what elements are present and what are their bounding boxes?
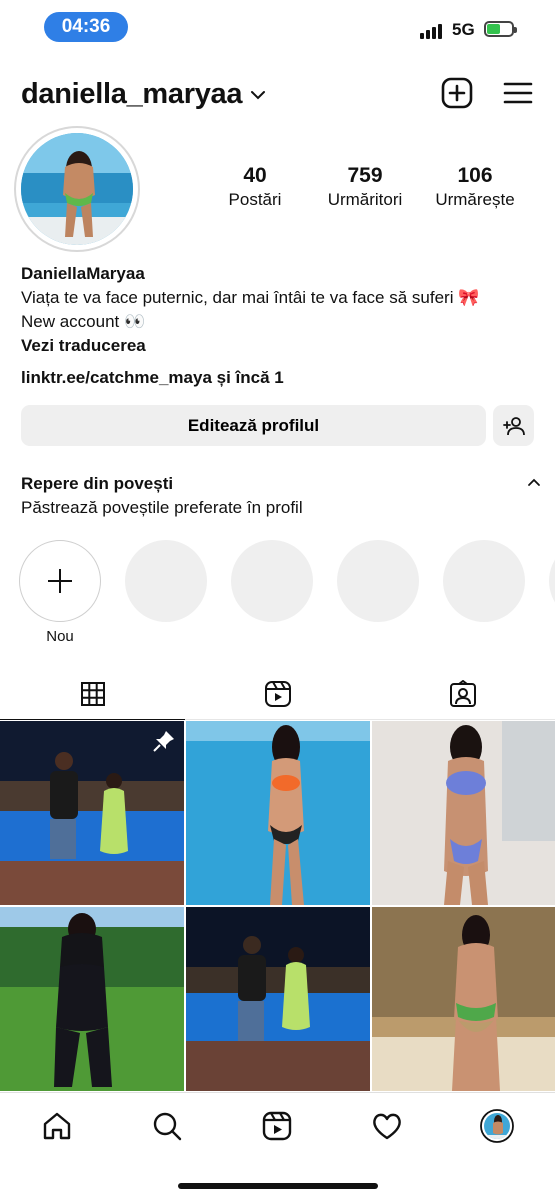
bio-link[interactable]: linktr.ee/catchme_maya și încă 1 <box>21 366 541 390</box>
add-person-icon <box>502 416 525 435</box>
profile-avatar[interactable] <box>14 126 140 252</box>
chevron-down-icon <box>251 90 266 99</box>
stat-following[interactable]: 106 Urmărește <box>425 164 525 210</box>
menu-icon[interactable] <box>501 76 535 110</box>
highlights-title: Repere din povești <box>21 474 174 493</box>
stat-value: 759 <box>347 164 383 187</box>
avatar-image <box>21 133 133 245</box>
post-thumbnail[interactable] <box>372 721 555 905</box>
story-highlights-header[interactable]: Repere din povești Păstrează poveștile p… <box>21 472 541 520</box>
tab-reels[interactable] <box>185 668 370 720</box>
profile-tabs <box>0 668 555 720</box>
edit-profile-button[interactable]: Editează profilul <box>21 405 486 446</box>
post-thumbnail[interactable] <box>0 721 184 905</box>
bio-line: Viața te va face puternic, dar mai întâi… <box>21 288 480 307</box>
create-post-icon[interactable] <box>440 76 474 110</box>
stat-value: 106 <box>457 164 493 187</box>
stat-label: Urmărește <box>435 190 515 209</box>
highlight-new[interactable]: Nou <box>19 540 101 650</box>
home-icon <box>43 1112 71 1140</box>
status-bar: 04:36 5G <box>0 0 555 56</box>
username: daniella_maryaa <box>21 78 243 110</box>
pin-icon <box>153 731 174 752</box>
post-thumbnail[interactable] <box>186 907 370 1091</box>
stat-posts[interactable]: 40 Postări <box>205 164 305 210</box>
reels-icon <box>264 680 291 707</box>
tagged-icon <box>449 679 476 707</box>
reels-icon <box>262 1111 292 1141</box>
nav-activity[interactable] <box>370 1109 404 1143</box>
heart-icon <box>373 1113 401 1140</box>
nav-home[interactable] <box>40 1109 74 1143</box>
stat-followers[interactable]: 759 Urmăritori <box>315 164 415 210</box>
grid-icon <box>80 681 105 706</box>
new-highlight-button[interactable] <box>19 540 101 622</box>
highlights-subtitle: Păstrează poveștile preferate în profil <box>21 498 303 517</box>
highlights-row: Nou <box>19 540 555 650</box>
nav-profile[interactable] <box>480 1109 514 1143</box>
stat-label: Urmăritori <box>327 190 403 209</box>
stat-value: 40 <box>243 164 267 187</box>
network-label: 5G <box>452 20 475 39</box>
highlight-placeholder <box>125 540 207 622</box>
account-switcher[interactable]: daniella_maryaa <box>21 78 266 111</box>
post-thumbnail[interactable] <box>372 907 555 1091</box>
bio-line: New account 👀 <box>21 312 146 331</box>
search-icon <box>153 1112 182 1141</box>
profile-avatar-icon <box>480 1109 514 1143</box>
plus-icon <box>48 569 72 593</box>
highlight-placeholder <box>231 540 313 622</box>
translate-link[interactable]: Vezi traducerea <box>21 334 541 358</box>
post-thumbnail[interactable] <box>186 721 370 905</box>
nav-search[interactable] <box>150 1109 184 1143</box>
display-name: DaniellaMaryaa <box>21 264 145 283</box>
status-time: 04:36 <box>44 12 128 42</box>
highlight-placeholder <box>549 540 555 622</box>
home-indicator <box>178 1183 378 1189</box>
highlight-label: Nou <box>46 628 74 645</box>
highlight-placeholder <box>443 540 525 622</box>
tab-posts-grid[interactable] <box>0 668 185 720</box>
profile-stats: 40 Postări 759 Urmăritori 106 Urmărește <box>205 164 525 210</box>
battery-icon <box>484 21 517 37</box>
highlight-placeholder <box>337 540 419 622</box>
posts-grid <box>0 721 555 1091</box>
stat-label: Postări <box>228 190 282 209</box>
post-thumbnail[interactable] <box>0 907 184 1091</box>
tab-tagged[interactable] <box>370 668 555 720</box>
profile-bio: DaniellaMaryaa Viața te va face puternic… <box>21 262 541 390</box>
nav-reels[interactable] <box>260 1109 294 1143</box>
discover-people-button[interactable] <box>493 405 534 446</box>
signal-icon <box>420 24 442 39</box>
chevron-up-icon[interactable] <box>527 478 541 487</box>
